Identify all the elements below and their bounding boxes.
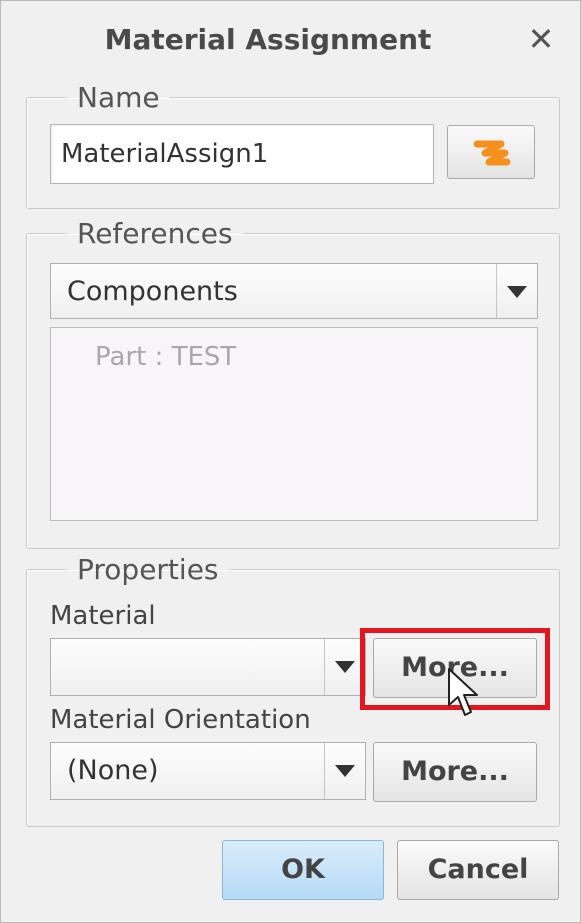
orientation-more-button[interactable]: More... [373, 742, 537, 802]
material-orientation-label: Material Orientation [50, 705, 311, 735]
title-bar: Material Assignment ✕ [1, 1, 580, 81]
material-assignment-dialog: Material Assignment ✕ Name MaterialAssig… [0, 0, 581, 923]
references-list[interactable]: Part : TEST [50, 327, 538, 521]
close-icon[interactable]: ✕ [523, 21, 559, 57]
regenerate-icon [473, 140, 511, 166]
chevron-down-icon [335, 661, 355, 673]
material-label: Material [50, 601, 156, 631]
references-legend: References [77, 217, 233, 250]
cancel-button[interactable]: Cancel [397, 840, 559, 900]
name-input[interactable]: MaterialAssign1 [50, 124, 434, 184]
dropdown-arrow[interactable] [324, 743, 365, 799]
mouse-cursor-icon [448, 668, 478, 716]
ok-button[interactable]: OK [222, 840, 384, 900]
regenerate-button[interactable] [447, 125, 535, 179]
material-dropdown[interactable] [50, 638, 366, 696]
chevron-down-icon [507, 286, 527, 298]
dropdown-arrow[interactable] [496, 264, 537, 318]
dropdown-arrow[interactable] [324, 639, 365, 695]
material-orientation-dropdown[interactable]: (None) [50, 742, 366, 800]
list-item[interactable]: Part : TEST [95, 342, 236, 372]
material-orientation-value: (None) [67, 755, 159, 786]
chevron-down-icon [335, 765, 355, 777]
name-legend: Name [77, 81, 160, 114]
references-type-value: Components [67, 276, 238, 307]
dialog-title: Material Assignment [104, 23, 432, 56]
references-type-dropdown[interactable]: Components [50, 263, 538, 319]
properties-legend: Properties [77, 553, 219, 586]
